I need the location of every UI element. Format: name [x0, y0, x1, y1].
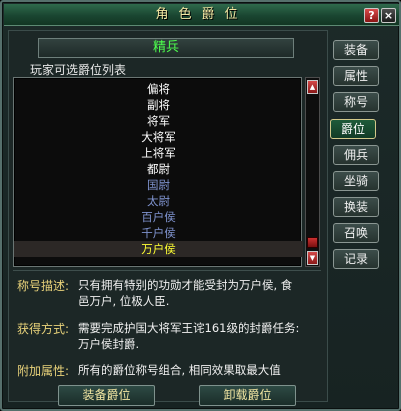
rank-list-title: 玩家可选爵位列表 — [30, 63, 127, 77]
scroll-up-icon[interactable]: ▲ — [307, 80, 318, 94]
equip-rank-button[interactable]: 装备爵位 — [58, 385, 155, 406]
scroll-down-icon[interactable]: ▼ — [307, 251, 318, 265]
rank-list-item[interactable]: 偏将 — [14, 81, 303, 97]
side-tab-3[interactable]: 称号 — [333, 92, 379, 112]
rank-list-item[interactable]: 千户侯 — [14, 225, 303, 241]
rank-list-item[interactable]: 副将 — [14, 97, 303, 113]
attr-text: 所有的爵位称号组合, 相同效果取最大值 — [78, 363, 281, 377]
rank-list-item[interactable]: 百户侯 — [14, 209, 303, 225]
rank-list-item[interactable]: 将军 — [14, 113, 303, 129]
side-tab-7[interactable]: 换装 — [333, 197, 379, 217]
side-tab-2[interactable]: 属性 — [333, 66, 379, 86]
side-tab-6[interactable]: 坐骑 — [333, 171, 379, 191]
desc-text-line-2: 邑万户, 位极人臣. — [78, 294, 170, 308]
scroll-thumb[interactable] — [307, 237, 318, 248]
rank-list-scrollbar[interactable]: ▲ ▼ — [305, 77, 320, 267]
rank-list: 偏将 副将 将军 大将军 上将军 都尉 国尉 太尉 百户侯 千户侯 万户侯 — [13, 77, 303, 267]
side-tab-5[interactable]: 佣兵 — [333, 145, 379, 165]
obtain-label: 获得方式: — [17, 322, 70, 336]
attr-label: 附加属性: — [17, 364, 70, 378]
side-tab-1[interactable]: 装备 — [333, 40, 379, 60]
desc-label: 称号描述: — [17, 279, 70, 293]
obtain-text-line-2: 万户侯封爵. — [78, 337, 140, 351]
current-rank-display: 精兵 — [38, 38, 294, 58]
unequip-rank-button[interactable]: 卸载爵位 — [199, 385, 296, 406]
divider — [13, 270, 321, 271]
side-tab-8[interactable]: 召唤 — [333, 223, 379, 243]
side-tab-4[interactable]: 爵位 — [330, 119, 376, 139]
window-title: 角色爵位 — [155, 7, 248, 22]
rank-list-item[interactable]: 上将军 — [14, 145, 303, 161]
rank-list-item[interactable]: 国尉 — [14, 177, 303, 193]
rank-list-item[interactable]: 太尉 — [14, 193, 303, 209]
close-button[interactable]: × — [381, 8, 396, 23]
obtain-text-line-1: 需要完成护国大将军王诧161级的封爵任务: — [78, 321, 300, 335]
rank-list-item[interactable]: 万户侯 — [14, 241, 303, 257]
rank-list-item[interactable]: 大将军 — [14, 129, 303, 145]
rank-list-item[interactable]: 都尉 — [14, 161, 303, 177]
desc-text-line-1: 只有拥有特别的功勋才能受封为万户侯, 食 — [78, 278, 293, 292]
help-button[interactable]: ? — [364, 8, 379, 23]
title-bar[interactable]: 角色爵位 ? × — [4, 4, 399, 26]
side-tab-9[interactable]: 记录 — [333, 249, 379, 269]
